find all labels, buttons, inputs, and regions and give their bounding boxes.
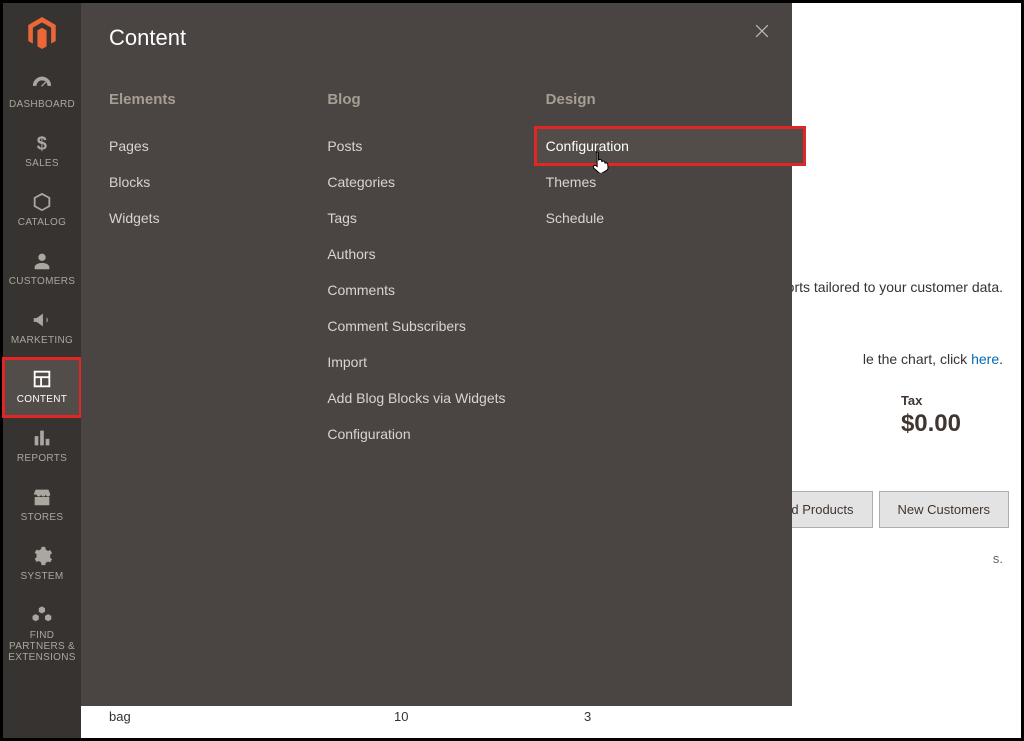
sidebar-item-label: SALES bbox=[25, 158, 59, 169]
menu-item-blocks[interactable]: Blocks bbox=[109, 164, 327, 200]
menu-item-design-configuration[interactable]: Configuration bbox=[536, 128, 804, 164]
sidebar-item-content[interactable]: CONTENT bbox=[3, 358, 81, 417]
tax-value: $0.00 bbox=[901, 410, 961, 438]
sidebar-item-marketing[interactable]: MARKETING bbox=[3, 299, 81, 358]
menu-item-widgets[interactable]: Widgets bbox=[109, 200, 327, 236]
svg-text:$: $ bbox=[37, 132, 47, 153]
cubes-icon bbox=[31, 604, 53, 626]
period-fragment: s. bbox=[993, 551, 1003, 566]
close-button[interactable] bbox=[752, 21, 772, 46]
dashboard-icon bbox=[31, 73, 53, 95]
chart-text-prefix: le the chart, click bbox=[863, 351, 971, 367]
gear-icon bbox=[31, 545, 53, 567]
menu-item-posts[interactable]: Posts bbox=[327, 128, 545, 164]
sidebar-item-catalog[interactable]: CATALOG bbox=[3, 181, 81, 240]
menu-item-authors[interactable]: Authors bbox=[327, 236, 545, 272]
dollar-icon: $ bbox=[31, 132, 53, 154]
sidebar-item-label: CATALOG bbox=[18, 217, 66, 228]
content-flyout-panel: Content Elements Pages Blocks Widgets Bl… bbox=[81, 3, 792, 706]
sidebar-item-dashboard[interactable]: DASHBOARD bbox=[3, 63, 81, 122]
sidebar-item-label: CUSTOMERS bbox=[9, 276, 75, 287]
sidebar-item-label: FIND PARTNERS & EXTENSIONS bbox=[5, 630, 79, 663]
flyout-heading-design: Design bbox=[546, 91, 764, 108]
sidebar-item-partners[interactable]: FIND PARTNERS & EXTENSIONS bbox=[3, 594, 81, 675]
dashboard-tabs: wed Products New Customers bbox=[756, 491, 1009, 528]
close-icon bbox=[752, 21, 772, 41]
table-row: bag 10 3 bbox=[109, 709, 1003, 724]
menu-item-tags[interactable]: Tags bbox=[327, 200, 545, 236]
admin-sidebar: DASHBOARD $ SALES CATALOG CUSTOMERS MARK… bbox=[3, 3, 81, 738]
sidebar-item-label: CONTENT bbox=[17, 394, 67, 405]
flyout-col-blog: Blog Posts Categories Tags Authors Comme… bbox=[327, 91, 545, 452]
menu-item-pages[interactable]: Pages bbox=[109, 128, 327, 164]
menu-item-comments[interactable]: Comments bbox=[327, 272, 545, 308]
magento-logo-icon bbox=[28, 17, 56, 49]
sidebar-item-label: DASHBOARD bbox=[9, 99, 75, 110]
sidebar-item-system[interactable]: SYSTEM bbox=[3, 535, 81, 594]
chart-enable-text: le the chart, click here. bbox=[863, 351, 1003, 367]
sidebar-item-label: REPORTS bbox=[17, 453, 67, 464]
flyout-heading-blog: Blog bbox=[327, 91, 545, 108]
bars-icon bbox=[31, 427, 53, 449]
megaphone-icon bbox=[31, 309, 53, 331]
cell-term: bag bbox=[109, 709, 394, 724]
menu-item-blog-configuration[interactable]: Configuration bbox=[327, 416, 545, 452]
sidebar-item-stores[interactable]: STORES bbox=[3, 476, 81, 535]
menu-item-add-blog-blocks[interactable]: Add Blog Blocks via Widgets bbox=[327, 380, 545, 416]
sidebar-item-label: STORES bbox=[21, 512, 64, 523]
flyout-heading-elements: Elements bbox=[109, 91, 327, 108]
bi-callout-fragment: reports tailored to your customer data. bbox=[766, 279, 1003, 295]
menu-item-categories[interactable]: Categories bbox=[327, 164, 545, 200]
box-icon bbox=[31, 191, 53, 213]
sidebar-item-label: MARKETING bbox=[11, 335, 73, 346]
person-icon bbox=[31, 250, 53, 272]
sidebar-item-label: SYSTEM bbox=[21, 571, 64, 582]
flyout-col-design: Design Configuration Themes Schedule bbox=[546, 91, 764, 452]
sidebar-item-customers[interactable]: CUSTOMERS bbox=[3, 240, 81, 299]
menu-item-import[interactable]: Import bbox=[327, 344, 545, 380]
flyout-col-elements: Elements Pages Blocks Widgets bbox=[109, 91, 327, 452]
layout-icon bbox=[31, 368, 53, 390]
magento-logo[interactable] bbox=[3, 3, 81, 63]
cell-results: 10 bbox=[394, 709, 584, 724]
menu-item-schedule[interactable]: Schedule bbox=[546, 200, 764, 236]
menu-item-comment-subscribers[interactable]: Comment Subscribers bbox=[327, 308, 545, 344]
storefront-icon bbox=[31, 486, 53, 508]
flyout-title: Content bbox=[109, 25, 764, 51]
tax-summary: Tax $0.00 bbox=[901, 393, 961, 438]
chart-text-suffix: . bbox=[999, 351, 1003, 367]
sidebar-item-reports[interactable]: REPORTS bbox=[3, 417, 81, 476]
cell-uses: 3 bbox=[584, 709, 1003, 724]
sidebar-item-sales[interactable]: $ SALES bbox=[3, 122, 81, 181]
tab-new-customers[interactable]: New Customers bbox=[879, 491, 1009, 528]
tax-label: Tax bbox=[901, 393, 961, 408]
chart-enable-link[interactable]: here bbox=[971, 351, 999, 367]
menu-item-themes[interactable]: Themes bbox=[546, 164, 764, 200]
